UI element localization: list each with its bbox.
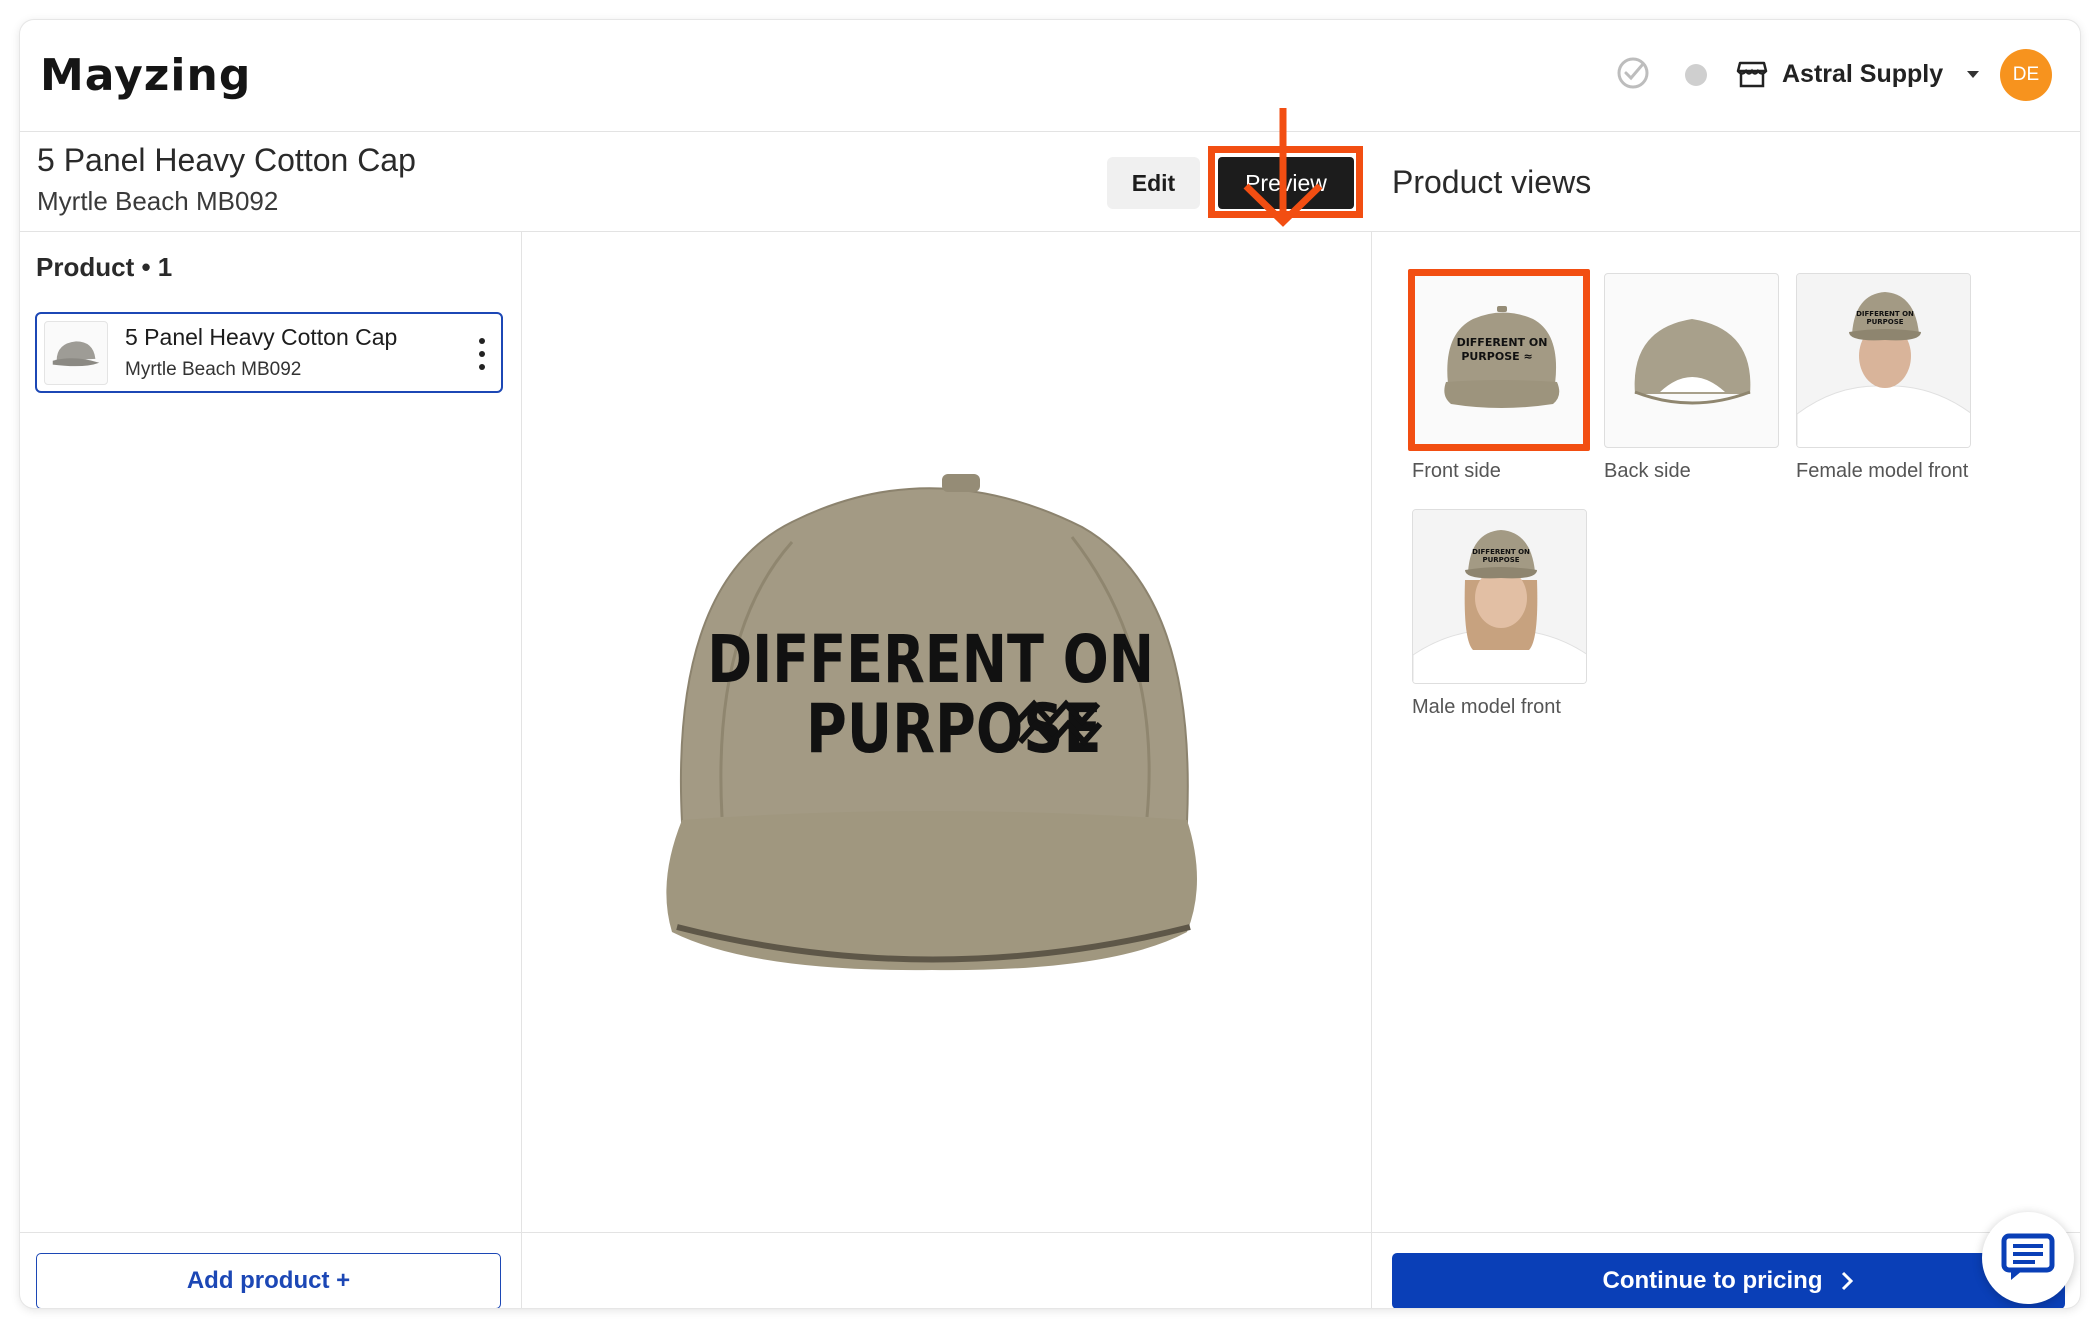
check-circle-icon[interactable] (1615, 55, 1651, 91)
chat-button[interactable] (1982, 1212, 2074, 1304)
store-name: Astral Supply (1782, 59, 1944, 88)
status-dot-icon (1685, 64, 1707, 86)
view-label-male-model: Male model front (1412, 696, 1561, 718)
svg-text:PURPOSE: PURPOSE (1482, 556, 1519, 564)
edit-button[interactable]: Edit (1107, 157, 1200, 209)
product-sub: Myrtle Beach MB092 (125, 359, 302, 380)
product-thumbnail (44, 321, 108, 385)
product-list-panel: Product • 1 5 Panel Heavy Cotton Cap Myr… (20, 232, 522, 1308)
product-views-title: Product views (1392, 164, 1592, 200)
print-text-line1: DIFFERENT ON (707, 622, 1154, 699)
app-window: Mayzing Astral Supply DE 5 Panel Heavy C… (20, 20, 2080, 1308)
divider (1372, 231, 2080, 232)
arrow-down-icon (1243, 108, 1323, 227)
page-subtitle: Myrtle Beach MB092 (37, 186, 279, 216)
list-item[interactable]: 5 Panel Heavy Cotton Cap Myrtle Beach MB… (35, 312, 503, 393)
store-selector[interactable]: Astral Supply (1736, 54, 1980, 94)
selected-view-highlight (1408, 269, 1590, 451)
svg-text:DIFFERENT ON: DIFFERENT ON (1856, 310, 1914, 318)
svg-text:PURPOSE: PURPOSE (1866, 318, 1903, 326)
chat-icon (2001, 1233, 2055, 1280)
view-thumb-male-model[interactable]: DIFFERENT ON PURPOSE (1412, 509, 1587, 684)
view-label-back: Back side (1604, 460, 1691, 482)
add-product-button[interactable]: Add product + (36, 1253, 501, 1308)
more-options-icon[interactable] (477, 338, 487, 370)
view-thumb-back[interactable] (1604, 273, 1779, 448)
product-views-panel: Product views DIFFERENT ON PURPOSE ≈ Fro… (1372, 132, 2080, 1308)
divider (1372, 1232, 2080, 1233)
product-header: 5 Panel Heavy Cotton Cap Myrtle Beach MB… (20, 108, 1372, 232)
chevron-down-icon (1967, 70, 1980, 78)
app-logo: Mayzing (40, 50, 252, 101)
view-label-female-model: Female model front (1796, 460, 1969, 482)
view-thumb-female-model[interactable]: DIFFERENT ON PURPOSE (1796, 273, 1971, 448)
center-footer (522, 1232, 1372, 1308)
view-label-front: Front side (1412, 460, 1501, 482)
chevron-right-icon (1842, 1271, 1854, 1291)
continue-label: Continue to pricing (1602, 1267, 1823, 1294)
product-name: 5 Panel Heavy Cotton Cap (125, 324, 398, 350)
top-bar: Mayzing Astral Supply DE (20, 20, 2080, 132)
print-text-line2: PURPOSE (806, 689, 1102, 769)
store-icon (1736, 61, 1768, 88)
page-title: 5 Panel Heavy Cotton Cap (37, 142, 416, 178)
preview-canvas: DIFFERENT ON PURPOSE (522, 232, 1372, 1308)
product-count-heading: Product • 1 (36, 252, 173, 282)
avatar[interactable]: DE (2000, 49, 2052, 101)
left-footer: Add product + (20, 1232, 522, 1308)
cap-preview-image: DIFFERENT ON PURPOSE (666, 474, 1197, 971)
svg-text:DIFFERENT ON: DIFFERENT ON (1472, 548, 1530, 556)
continue-to-pricing-button[interactable]: Continue to pricing (1392, 1253, 2065, 1308)
